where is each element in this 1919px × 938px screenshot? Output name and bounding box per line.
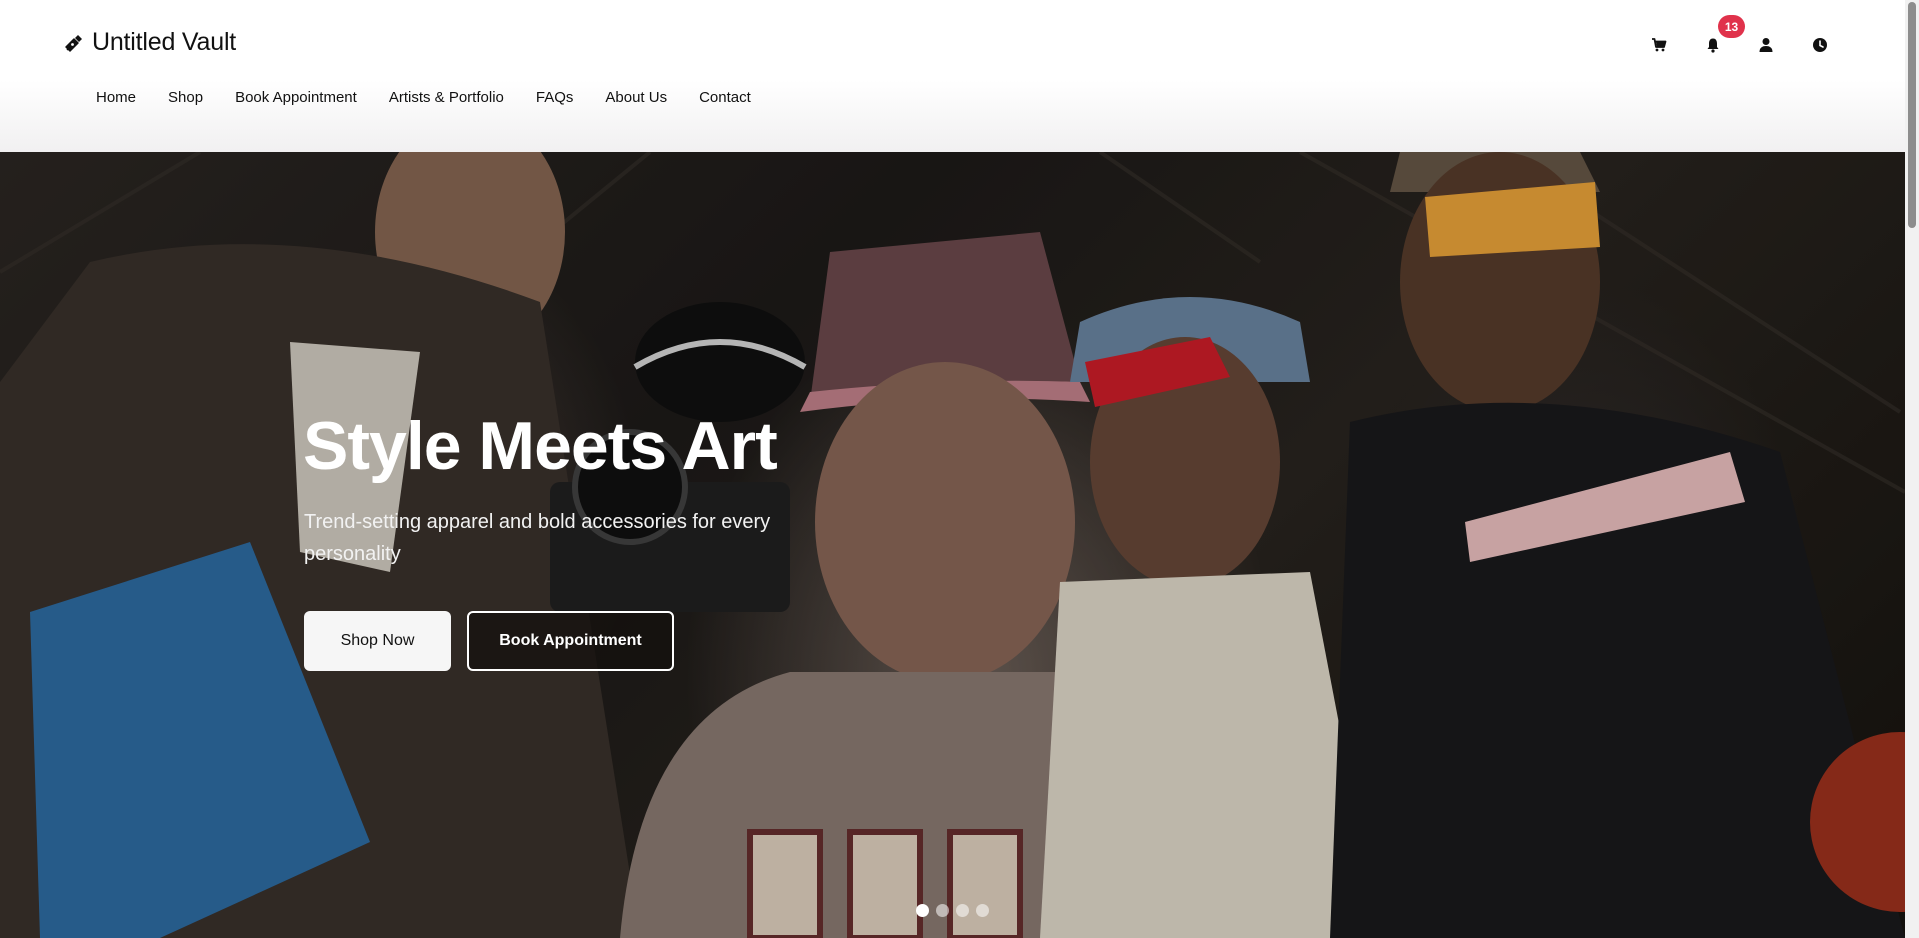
clock-icon[interactable]: [1811, 36, 1829, 54]
header-actions: [1650, 36, 1830, 56]
nav-shop[interactable]: Shop: [168, 89, 203, 106]
nav-book-appointment[interactable]: Book Appointment: [235, 89, 357, 106]
notification-count-badge: 13: [1718, 15, 1745, 38]
shop-now-button[interactable]: Shop Now: [304, 611, 451, 671]
carousel-indicators: [916, 904, 989, 917]
hero-overlay: [0, 152, 1905, 938]
brand-logo[interactable]: Untitled Vault: [64, 28, 236, 57]
nav-home[interactable]: Home: [96, 89, 136, 106]
cart-icon[interactable]: [1650, 36, 1668, 54]
nav-contact[interactable]: Contact: [699, 89, 751, 106]
hero-carousel: Style Meets Art Trend-setting apparel an…: [0, 152, 1905, 938]
nav-about-us[interactable]: About Us: [605, 89, 667, 106]
carousel-dot-4[interactable]: [976, 904, 989, 917]
carousel-dot-3[interactable]: [956, 904, 969, 917]
nav-artists-portfolio[interactable]: Artists & Portfolio: [389, 89, 504, 106]
page-scrollbar[interactable]: [1905, 0, 1919, 938]
book-appointment-button[interactable]: Book Appointment: [467, 611, 674, 671]
nav-faqs[interactable]: FAQs: [536, 89, 574, 106]
pen-nib-icon: [64, 33, 84, 53]
bell-icon[interactable]: [1704, 36, 1722, 54]
hero-title: Style Meets Art: [303, 408, 778, 484]
site-header: Untitled Vault Home Shop Book Appointmen…: [0, 0, 1905, 152]
brand-name: Untitled Vault: [92, 28, 237, 56]
hero-subtitle: Trend-setting apparel and bold accessori…: [304, 511, 771, 565]
carousel-dot-2[interactable]: [936, 904, 949, 917]
user-icon[interactable]: [1757, 36, 1775, 54]
main-nav: Home Shop Book Appointment Artists & Por…: [96, 89, 783, 106]
scrollbar-thumb[interactable]: [1908, 2, 1916, 228]
carousel-dot-1[interactable]: [916, 904, 929, 917]
